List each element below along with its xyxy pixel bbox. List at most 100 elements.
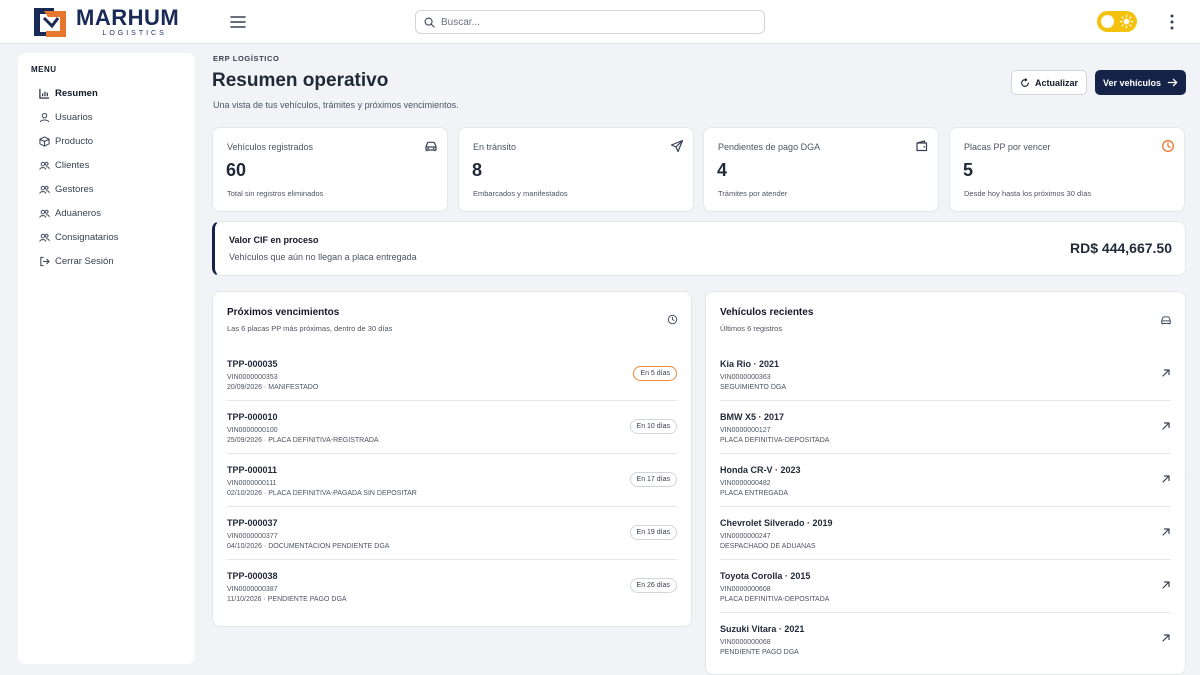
- send-icon: [670, 139, 684, 153]
- list-item[interactable]: TPP-000010 VIN0000000100 25/09/2026 · PL…: [227, 401, 677, 454]
- sidebar-item-gestores[interactable]: Gestores: [18, 177, 195, 201]
- plate-info: 25/09/2026 · PLACA DEFINITIVA-REGISTRADA: [227, 437, 379, 444]
- brand-name: MARHUM: [76, 5, 180, 30]
- refresh-button-label: Actualizar: [1034, 77, 1078, 88]
- stat-description: Desde hoy hasta los próximos 30 días: [964, 189, 1092, 198]
- vehicle-name: Kia Rio · 2021: [720, 359, 780, 369]
- brand-logo[interactable]: MARHUM LOGISTICS: [32, 5, 179, 39]
- plate-number: TPP-000011: [227, 465, 278, 475]
- sun-icon: [1119, 14, 1134, 29]
- sidebar-item-label: Producto: [55, 135, 94, 147]
- stat-label: Placas PP por vencer: [964, 142, 1051, 152]
- sidebar-item-clientes[interactable]: Clientes: [18, 153, 195, 177]
- cif-subtitle: Vehículos que aún no llegan a placa entr…: [229, 252, 417, 262]
- vehicle-name: Chevrolet Silverado · 2019: [720, 518, 833, 528]
- vehicle-status: SEGUIMIENTO DGA: [720, 384, 786, 391]
- hamburger-icon: [230, 16, 246, 28]
- list-item[interactable]: Kia Rio · 2021 VIN0000000363 SEGUIMIENTO…: [720, 348, 1171, 401]
- vin-number: VIN0000000127: [720, 427, 771, 434]
- vehicle-name: Honda CR-V · 2023: [720, 465, 801, 475]
- sidebar-nav: Resumen Usuarios Producto Clientes Gesto…: [18, 81, 195, 273]
- list-item[interactable]: Toyota Corolla · 2015 VIN0000000608 PLAC…: [720, 560, 1171, 613]
- chart-icon: [39, 88, 50, 99]
- arrow-up-right-icon[interactable]: [1161, 633, 1171, 643]
- vehicle-status: PENDIENTE PAGO DGA: [720, 649, 799, 656]
- cif-summary-card: Valor CIF en proceso Vehículos que aún n…: [212, 221, 1186, 276]
- vin-number: VIN0000000387: [227, 586, 278, 593]
- vin-number: VIN0000000247: [720, 533, 771, 540]
- view-vehicles-button[interactable]: Ver vehículos: [1095, 70, 1186, 95]
- vin-number: VIN0000000363: [720, 374, 771, 381]
- vehicle-status: DESPACHADO DE ADUANAS: [720, 543, 816, 550]
- plate-number: TPP-000038: [227, 571, 278, 581]
- users-icon: [39, 161, 50, 170]
- plate-info: 04/10/2026 · DOCUMENTACION PENDIENTE DGA: [227, 543, 390, 550]
- vehicle-name: Suzuki Vitara · 2021: [720, 624, 805, 634]
- arrow-up-right-icon[interactable]: [1161, 527, 1171, 537]
- vehicle-status: PLACA DEFINITIVA-DEPOSITADA: [720, 596, 830, 603]
- car-icon: [425, 141, 437, 152]
- stat-description: Embarcados y manifestados: [473, 189, 568, 198]
- page-subtitle: Una vista de tus vehículos, trámites y p…: [213, 100, 459, 110]
- days-badge: En 10 días: [629, 419, 677, 434]
- sidebar-item-label: Aduaneros: [55, 207, 101, 219]
- plate-info: 20/09/2026 · MANIFESTADO: [227, 384, 319, 391]
- wallet-icon: [916, 140, 928, 152]
- stat-label: En tránsito: [473, 142, 517, 152]
- plate-number: TPP-000037: [227, 518, 278, 528]
- plate-number: TPP-000010: [227, 412, 278, 422]
- list-item[interactable]: TPP-000038 VIN0000000387 11/10/2026 · PE…: [227, 560, 677, 613]
- users-icon: [39, 209, 50, 218]
- recent-vehicles-panel: Vehículos recientes Últimos 6 registros …: [705, 291, 1186, 675]
- sidebar-item-label: Usuarios: [55, 111, 93, 123]
- vehicle-name: Toyota Corolla · 2015: [720, 571, 811, 581]
- users-icon: [39, 233, 50, 242]
- sidebar-item-resumen[interactable]: Resumen: [18, 81, 195, 105]
- theme-toggle[interactable]: [1097, 11, 1137, 32]
- sidebar-item-label: Gestores: [55, 183, 94, 195]
- hamburger-menu-button[interactable]: [228, 12, 248, 32]
- arrow-up-right-icon[interactable]: [1161, 580, 1171, 590]
- panel-title: Vehículos recientes: [720, 307, 814, 318]
- brand-sub: LOGISTICS: [102, 30, 167, 37]
- vin-number: VIN0000000608: [720, 586, 771, 593]
- stat-value: 60: [226, 160, 247, 180]
- arrow-right-icon: [1167, 78, 1178, 87]
- search-box: [415, 10, 765, 34]
- plate-info: 02/10/2026 · PLACA DEFINITIVA-PAGADA SIN…: [227, 490, 417, 497]
- panel-subtitle: Últimos 6 registros: [720, 324, 783, 333]
- list-item[interactable]: Suzuki Vitara · 2021 VIN0000000068 PENDI…: [720, 613, 1171, 666]
- sidebar-item-logout[interactable]: Cerrar Sesión: [18, 249, 195, 273]
- list-item[interactable]: Honda CR-V · 2023 VIN0000000482 PLACA EN…: [720, 454, 1171, 507]
- panel-title: Próximos vencimientos: [227, 307, 340, 318]
- sidebar-item-consignatarios[interactable]: Consignatarios: [18, 225, 195, 249]
- stat-label: Vehículos registrados: [227, 142, 314, 152]
- arrow-up-right-icon[interactable]: [1161, 368, 1171, 378]
- vin-number: VIN0000000353: [227, 374, 278, 381]
- user-icon: [39, 112, 50, 122]
- logo-mark-icon: [34, 8, 66, 37]
- sidebar-item-producto[interactable]: Producto: [18, 129, 195, 153]
- list-item[interactable]: TPP-000035 VIN0000000353 20/09/2026 · MA…: [227, 348, 677, 401]
- list-item[interactable]: BMW X5 · 2017 VIN0000000127 PLACA DEFINI…: [720, 401, 1171, 454]
- panel-subtitle: Las 6 placas PP más próximas, dentro de …: [227, 324, 393, 333]
- more-options-button[interactable]: [1166, 12, 1178, 32]
- sidebar-item-usuarios[interactable]: Usuarios: [18, 105, 195, 129]
- arrow-up-right-icon[interactable]: [1161, 474, 1171, 484]
- stat-card-transit: En tránsito 8 Embarcados y manifestados: [458, 127, 694, 212]
- sidebar: MENU Resumen Usuarios Producto Clientes …: [18, 53, 195, 664]
- sidebar-item-label: Clientes: [55, 159, 90, 171]
- arrow-up-right-icon[interactable]: [1161, 421, 1171, 431]
- days-badge: En 26 días: [629, 578, 677, 593]
- cif-amount: RD$ 444,667.50: [1070, 240, 1172, 256]
- list-item[interactable]: Chevrolet Silverado · 2019 VIN0000000247…: [720, 507, 1171, 560]
- stat-label: Pendientes de pago DGA: [718, 142, 821, 152]
- days-badge: En 19 días: [629, 525, 677, 540]
- refresh-button[interactable]: Actualizar: [1011, 70, 1087, 95]
- search-input[interactable]: [441, 16, 741, 28]
- list-item[interactable]: TPP-000037 VIN0000000377 04/10/2026 · DO…: [227, 507, 677, 560]
- vehicle-status: PLACA ENTREGADA: [720, 490, 789, 497]
- list-item[interactable]: TPP-000011 VIN0000000111 02/10/2026 · PL…: [227, 454, 677, 507]
- sidebar-item-aduaneros[interactable]: Aduaneros: [18, 201, 195, 225]
- stat-card-plates-expiring: Placas PP por vencer 5 Desde hoy hasta l…: [949, 127, 1185, 212]
